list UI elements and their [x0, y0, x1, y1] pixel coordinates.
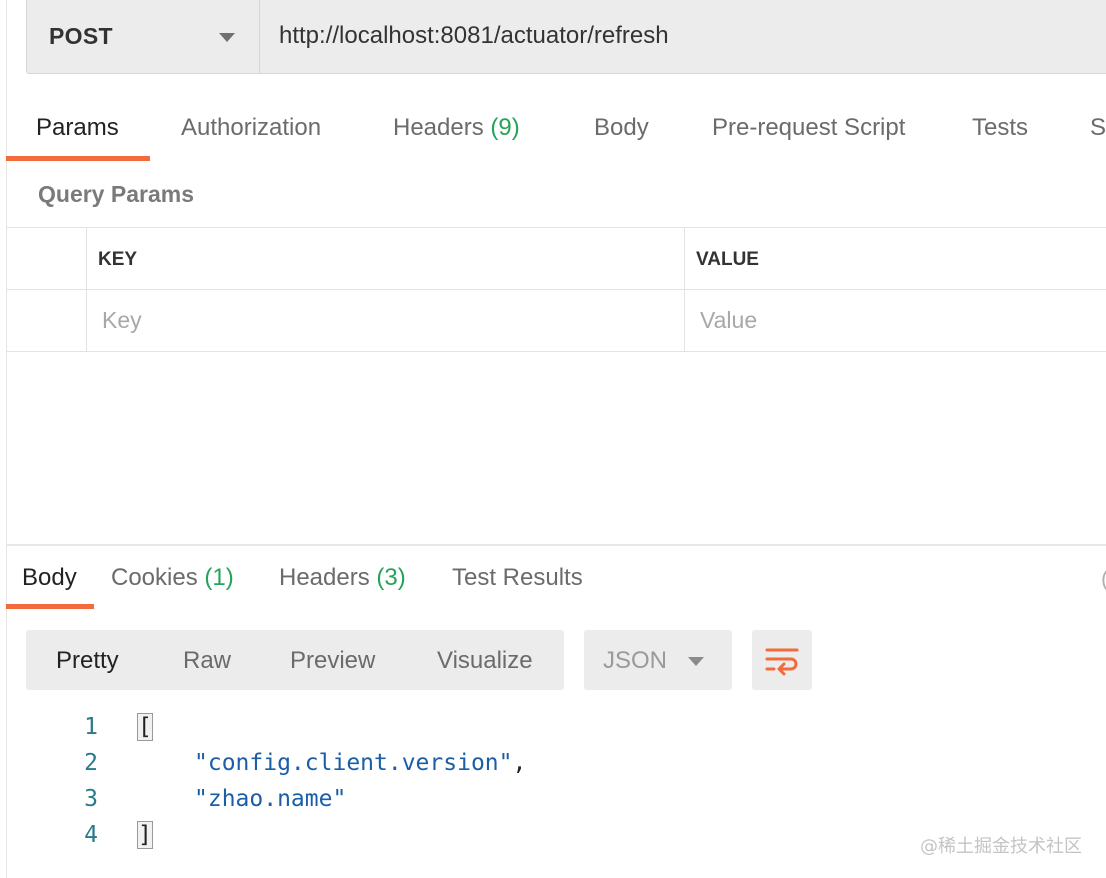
request-bar: POST http://localhost:8081/actuator/refr…	[26, 0, 1106, 74]
column-header-value: VALUE	[696, 249, 759, 270]
tab-label: Authorization	[181, 114, 322, 141]
view-pretty-button[interactable]: Pretty	[56, 647, 119, 675]
tab-headers[interactable]: Headers (9)	[393, 114, 520, 142]
view-raw-button[interactable]: Raw	[183, 647, 231, 675]
tab-cookies[interactable]: Cookies (1)	[111, 564, 234, 592]
code-text: "config.client.version",	[194, 750, 527, 776]
method-label: POST	[49, 23, 113, 49]
postman-window: POST http://localhost:8081/actuator/refr…	[0, 0, 1106, 878]
code-text: "zhao.name"	[194, 786, 347, 812]
tab-authorization[interactable]: Authorization	[181, 114, 321, 142]
line-number: 4	[84, 822, 98, 848]
code-text: [	[137, 713, 153, 741]
url-input[interactable]: http://localhost:8081/actuator/refresh	[279, 22, 669, 50]
tab-label: Cookies	[111, 564, 198, 591]
tab-label: Pre-request Script	[712, 114, 906, 141]
wrap-lines-button[interactable]	[752, 630, 812, 690]
tab-params[interactable]: Params	[36, 114, 119, 142]
format-label: JSON	[603, 647, 668, 674]
method-select[interactable]: POST	[27, 0, 260, 73]
tab-test-results[interactable]: Test Results	[452, 564, 583, 592]
response-headers-count-badge: (3)	[376, 564, 406, 591]
tab-label: Params	[36, 114, 119, 141]
view-visualize-button[interactable]: Visualize	[437, 647, 533, 675]
code-line: 1 [	[0, 713, 1106, 750]
tab-pre-request-script[interactable]: Pre-request Script	[712, 114, 905, 142]
table-row	[6, 290, 1106, 352]
watermark: @稀土掘金技术社区	[920, 836, 1082, 857]
tab-label: Tests	[972, 114, 1029, 141]
tab-label: Body	[594, 114, 649, 141]
active-tab-indicator	[6, 156, 150, 161]
column-divider	[684, 228, 685, 352]
column-header-key: KEY	[98, 249, 138, 270]
chevron-down-icon	[688, 657, 704, 666]
line-number: 1	[84, 714, 98, 740]
query-params-title: Query Params	[38, 181, 194, 207]
cookies-count-badge: (1)	[204, 564, 234, 591]
query-params-table: KEY VALUE	[6, 227, 1106, 352]
pane-divider[interactable]	[6, 544, 1106, 546]
comma-punctuation: ,	[512, 750, 527, 776]
line-number: 2	[84, 750, 98, 776]
tab-label: Body	[22, 564, 77, 591]
tab-label: Test Results	[452, 564, 583, 591]
active-tab-indicator	[6, 604, 94, 609]
request-tabs: Params Authorization Headers (9) Body Pr…	[6, 108, 1106, 164]
tab-response-headers[interactable]: Headers (3)	[279, 564, 406, 592]
chevron-down-icon	[219, 33, 235, 42]
code-line: 3 "zhao.name"	[0, 786, 1106, 822]
param-value-input[interactable]	[700, 302, 1090, 338]
wrap-lines-icon	[765, 648, 799, 676]
tab-settings[interactable]: Se	[1090, 114, 1106, 142]
column-divider	[86, 228, 87, 352]
tab-body[interactable]: Body	[594, 114, 649, 142]
param-key-input[interactable]	[102, 302, 672, 338]
tab-response-body[interactable]: Body	[22, 564, 77, 592]
format-select[interactable]: JSON	[584, 630, 732, 690]
clipped-status-glyph: (	[1101, 566, 1106, 592]
code-text: ]	[137, 821, 153, 849]
code-line: 2 "config.client.version",	[0, 750, 1106, 786]
view-preview-button[interactable]: Preview	[290, 647, 375, 675]
line-number: 3	[84, 786, 98, 812]
response-tabs: Body Cookies (1) Headers (3) Test Result…	[6, 556, 1106, 612]
headers-count-badge: (9)	[490, 114, 520, 141]
tab-label: Headers	[279, 564, 370, 591]
table-header-row: KEY VALUE	[6, 228, 1106, 290]
tab-label: Headers	[393, 114, 484, 141]
tab-label: Se	[1090, 114, 1106, 141]
tab-tests[interactable]: Tests	[972, 114, 1028, 142]
response-view-modes: Pretty Raw Preview Visualize	[26, 630, 564, 690]
